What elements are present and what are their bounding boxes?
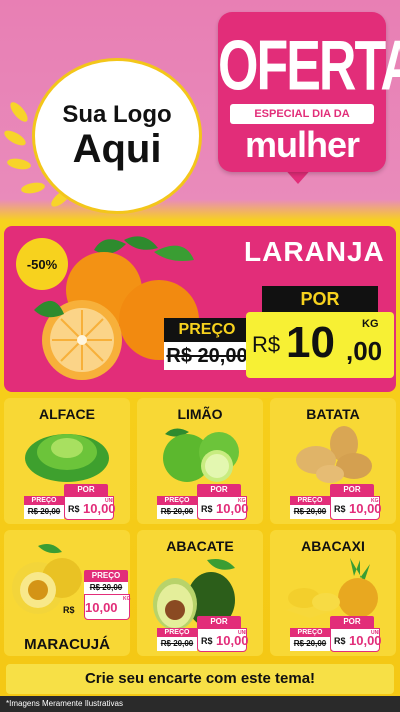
new-price: R$ 10,00 UNI bbox=[330, 628, 382, 652]
price-tag: POR PREÇO R$ 20,00 R$ 10,00 KG bbox=[157, 484, 249, 520]
potato-image bbox=[296, 426, 372, 483]
price-unit: UNI bbox=[238, 630, 247, 636]
currency: R$ bbox=[63, 605, 75, 615]
por-label: POR bbox=[197, 616, 241, 628]
price-tag: POR PREÇO R$ 20,00 R$ 10,00 UNI bbox=[157, 616, 249, 652]
leaf-decoration bbox=[20, 180, 46, 196]
pineapple-image bbox=[286, 558, 378, 618]
new-price: R$ 10,00 KG bbox=[197, 496, 249, 520]
preco-label: PREÇO bbox=[24, 496, 64, 505]
old-price: R$ 20,00 bbox=[84, 582, 128, 594]
banner-subtitle-mulher: mulher bbox=[244, 124, 360, 165]
new-price: R$ 10,00 UNI bbox=[64, 496, 116, 520]
cta-banner: Crie seu encarte com este tema! bbox=[6, 664, 394, 694]
lettuce-image bbox=[25, 434, 109, 482]
old-price: R$ 20,00 bbox=[157, 505, 197, 519]
product-card-alface: ALFACE POR PREÇO R$ 20,00 R$ 10,00 UNI bbox=[4, 398, 130, 524]
hero-price-int: 10 bbox=[286, 318, 335, 367]
ofertas-banner: OFERTAS ESPECIAL DIA DA mulher bbox=[218, 12, 400, 172]
product-name: BATATA bbox=[306, 406, 360, 422]
disclaimer-note: *Imagens Meramente Ilustrativas bbox=[0, 696, 400, 712]
preco-label: PREÇO bbox=[290, 496, 330, 505]
por-label: POR bbox=[330, 484, 374, 496]
price-unit: KG bbox=[371, 498, 379, 504]
price-value: 10,00 bbox=[85, 600, 118, 615]
product-card-batata: BATATA POR PREÇO R$ 20,00 R$ 10,00 KG bbox=[270, 398, 396, 524]
por-label: POR bbox=[64, 484, 108, 496]
leaf-decoration bbox=[2, 127, 28, 149]
price-tag: POR PREÇO R$ 20,00 R$ 10,00 UNI bbox=[24, 484, 116, 520]
product-card-maracuja: PREÇO R$ 20,00 R$ 10,00 KG MARACUJÁ bbox=[4, 530, 131, 656]
price-unit: UNI bbox=[371, 630, 380, 636]
price-unit: KG bbox=[238, 498, 246, 504]
discount-badge: -50% bbox=[16, 238, 68, 290]
old-price: R$ 20,00 bbox=[157, 637, 197, 651]
hero-old-price: R$ 20,00 bbox=[164, 342, 250, 370]
logo-placeholder: Sua Logo Aqui bbox=[32, 58, 202, 214]
new-price: R$ 10,00 KG bbox=[330, 496, 382, 520]
product-card-limao: LIMÃO POR PREÇO R$ 20,00 R$ 10,00 KG bbox=[137, 398, 263, 524]
product-name: ABACATE bbox=[166, 538, 234, 554]
price-tag: POR PREÇO R$ 20,00 R$ 10,00 UNI bbox=[290, 616, 382, 652]
lime-image bbox=[163, 428, 239, 482]
product-name: ALFACE bbox=[39, 406, 95, 422]
banner-title: OFERTAS bbox=[218, 27, 400, 106]
leaf-decoration bbox=[6, 156, 32, 172]
currency: R$ bbox=[201, 636, 213, 646]
product-name: ABACAXI bbox=[301, 538, 365, 554]
currency: R$ bbox=[201, 504, 213, 514]
price-tag: POR PREÇO R$ 20,00 R$ 10,00 KG bbox=[290, 484, 382, 520]
product-name: LIMÃO bbox=[177, 406, 223, 422]
currency: R$ bbox=[334, 504, 346, 514]
hero-price-dec: ,00 bbox=[346, 336, 383, 366]
por-label: POR bbox=[197, 484, 241, 496]
price-unit: UNI bbox=[105, 498, 114, 504]
leaf-decoration bbox=[7, 99, 31, 125]
price-unit: KG bbox=[123, 596, 131, 602]
hero-por-label: POR bbox=[262, 286, 378, 312]
hero-product-name: LARANJA bbox=[244, 236, 385, 267]
product-card-abacate: ABACATE POR PREÇO R$ 20,00 R$ 10,00 UNI bbox=[137, 530, 263, 656]
preco-label: PREÇO bbox=[157, 496, 197, 505]
por-label: POR bbox=[330, 616, 374, 628]
hero-price-box: R$ 10 ,00 KG bbox=[246, 312, 394, 378]
preco-label: PREÇO bbox=[290, 628, 330, 637]
hero-currency: R$ bbox=[252, 332, 281, 357]
old-price: R$ 20,00 bbox=[290, 637, 330, 651]
logo-text-line1: Sua Logo bbox=[62, 100, 172, 128]
old-price: R$ 20,00 bbox=[24, 505, 64, 519]
price-tag: PREÇO R$ 20,00 R$ 10,00 KG bbox=[44, 570, 131, 620]
product-card-abacaxi: ABACAXI POR PREÇO R$ 20,00 R$ 10,00 UNI bbox=[270, 530, 396, 656]
flyer-page: Sua Logo Aqui OFERTAS ESPECIAL DIA DA mu… bbox=[0, 0, 400, 712]
old-price: R$ 20,00 bbox=[290, 505, 330, 519]
preco-label: PREÇO bbox=[84, 570, 128, 582]
logo-text-line2: Aqui bbox=[72, 127, 162, 172]
product-name: MARACUJÁ bbox=[24, 636, 110, 653]
currency: R$ bbox=[334, 636, 346, 646]
hero-offer-card: -50% LARANJA POR PREÇO R$ 20,00 R$ 10 ,0… bbox=[4, 226, 396, 392]
banner-subtitle: ESPECIAL DIA DA bbox=[230, 104, 374, 124]
hero-preco-label: PREÇO bbox=[164, 318, 250, 342]
preco-label: PREÇO bbox=[157, 628, 197, 637]
hero-unit: KG bbox=[362, 318, 379, 330]
currency: R$ bbox=[68, 504, 80, 514]
new-price: R$ 10,00 KG bbox=[63, 594, 131, 620]
new-price: R$ 10,00 UNI bbox=[197, 628, 249, 652]
